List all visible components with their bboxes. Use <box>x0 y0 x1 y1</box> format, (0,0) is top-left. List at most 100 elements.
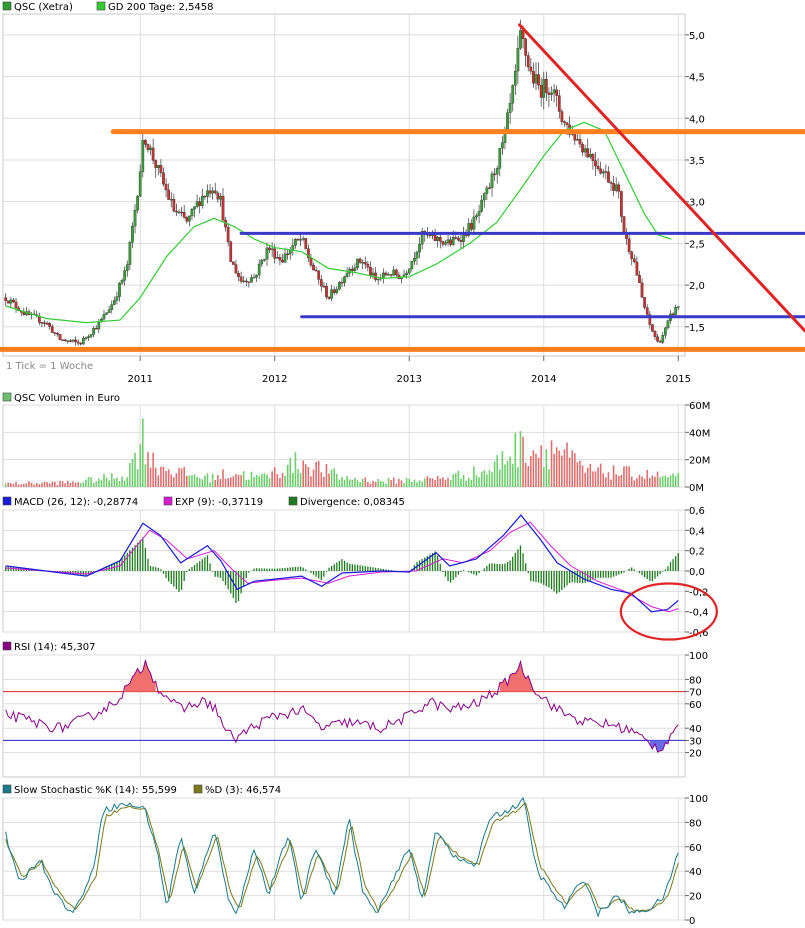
candle-body <box>226 227 230 243</box>
candle-body <box>544 78 548 93</box>
candle-body <box>656 336 659 342</box>
volume-bar <box>273 467 276 487</box>
candle-body <box>213 190 217 194</box>
candle-body <box>327 296 331 299</box>
volume-bar <box>266 474 268 487</box>
candle-body <box>317 270 321 280</box>
candle-body <box>451 237 455 245</box>
candle-body <box>112 300 116 305</box>
volume-bar <box>250 471 253 487</box>
volume-bar <box>555 447 558 487</box>
rsi-ytick-label: 30 <box>689 736 702 747</box>
candle-body <box>407 268 411 274</box>
candle-body <box>239 276 243 282</box>
volume-bar <box>167 469 170 487</box>
candle-body <box>89 334 93 337</box>
candle-body <box>286 253 290 256</box>
volume-bar <box>227 478 229 487</box>
volume-bar <box>74 482 77 487</box>
volume-bar <box>346 476 348 487</box>
volume-bar <box>421 481 423 487</box>
volume-bar <box>41 482 43 487</box>
candle-body <box>550 92 553 95</box>
volume-bar <box>488 470 491 487</box>
volume-bar <box>571 450 574 487</box>
candle-body <box>632 258 636 263</box>
volume-bar <box>154 467 157 487</box>
macd-ytick-label: 0,4 <box>689 526 705 537</box>
volume-bar <box>594 471 597 487</box>
candle-body <box>314 269 318 272</box>
candle-body <box>671 313 675 316</box>
volume-bar <box>304 464 307 487</box>
stoch-ytick-label: 80 <box>689 818 702 829</box>
volume-bar <box>17 484 20 487</box>
volume-bar <box>136 469 139 487</box>
volume-bar <box>328 473 330 487</box>
candle-body <box>469 223 473 230</box>
candle-body <box>175 210 178 213</box>
volume-bar <box>56 484 59 487</box>
volume-bar <box>361 478 364 487</box>
volume-bar <box>235 474 237 487</box>
candle-body <box>369 267 372 276</box>
volume-bar <box>103 473 105 487</box>
volume-bar <box>302 460 304 487</box>
volume-bar <box>392 477 395 487</box>
candle-body <box>454 237 458 239</box>
stoch-ytick-label: 100 <box>689 794 708 805</box>
candle-body <box>74 339 77 343</box>
volume-bar <box>121 476 123 487</box>
volume-bar <box>403 482 405 487</box>
volume-ytick-label: 0M <box>689 483 704 494</box>
volume-bar <box>566 442 568 487</box>
candle-body <box>12 299 15 303</box>
volume-bar <box>255 474 258 487</box>
volume-bar <box>558 450 561 487</box>
volume-bar <box>51 481 54 487</box>
candle-body <box>120 280 124 284</box>
candle-body <box>231 261 235 265</box>
volume-bar <box>38 484 41 487</box>
volume-bar <box>175 473 178 487</box>
candle-body <box>526 55 530 68</box>
volume-bar <box>659 477 661 487</box>
volume-bar <box>286 464 289 487</box>
candle-body <box>565 122 569 126</box>
volume-bar <box>183 466 185 487</box>
candle-body <box>493 173 496 176</box>
candle-body <box>301 238 305 240</box>
volume-bar <box>623 466 625 487</box>
price-ytick-label: 1,5 <box>689 323 705 334</box>
candle-body <box>131 225 134 243</box>
price-ytick-label: 4,0 <box>689 114 705 125</box>
candle-body <box>268 247 271 251</box>
candle-body <box>410 261 414 270</box>
candle-body <box>477 211 481 216</box>
legend-qsc-xetra: QSC (Xetra) <box>14 2 73 13</box>
candle-body <box>674 307 678 315</box>
volume-bar <box>436 475 439 487</box>
candle-body <box>312 264 315 271</box>
candle-body <box>105 312 108 315</box>
volume-bar <box>649 477 651 487</box>
candle-body <box>389 274 393 276</box>
volume-bar <box>157 475 160 487</box>
volume-bar <box>473 466 475 487</box>
volume-bar <box>664 475 667 487</box>
volume-bar <box>444 479 447 487</box>
volume-bar <box>263 473 266 487</box>
volume-bar <box>480 471 483 487</box>
volume-bar <box>28 481 30 487</box>
candle-body <box>576 139 579 141</box>
volume-bar <box>452 474 455 487</box>
volume-bar <box>667 477 669 487</box>
volume-bar <box>491 472 493 487</box>
volume-bar <box>405 478 408 487</box>
volume-bar <box>351 479 354 487</box>
candle-body <box>71 339 75 342</box>
volume-bar <box>237 474 240 487</box>
volume-bar <box>563 449 566 487</box>
volume-bar <box>408 478 411 487</box>
candle-body <box>488 187 491 189</box>
